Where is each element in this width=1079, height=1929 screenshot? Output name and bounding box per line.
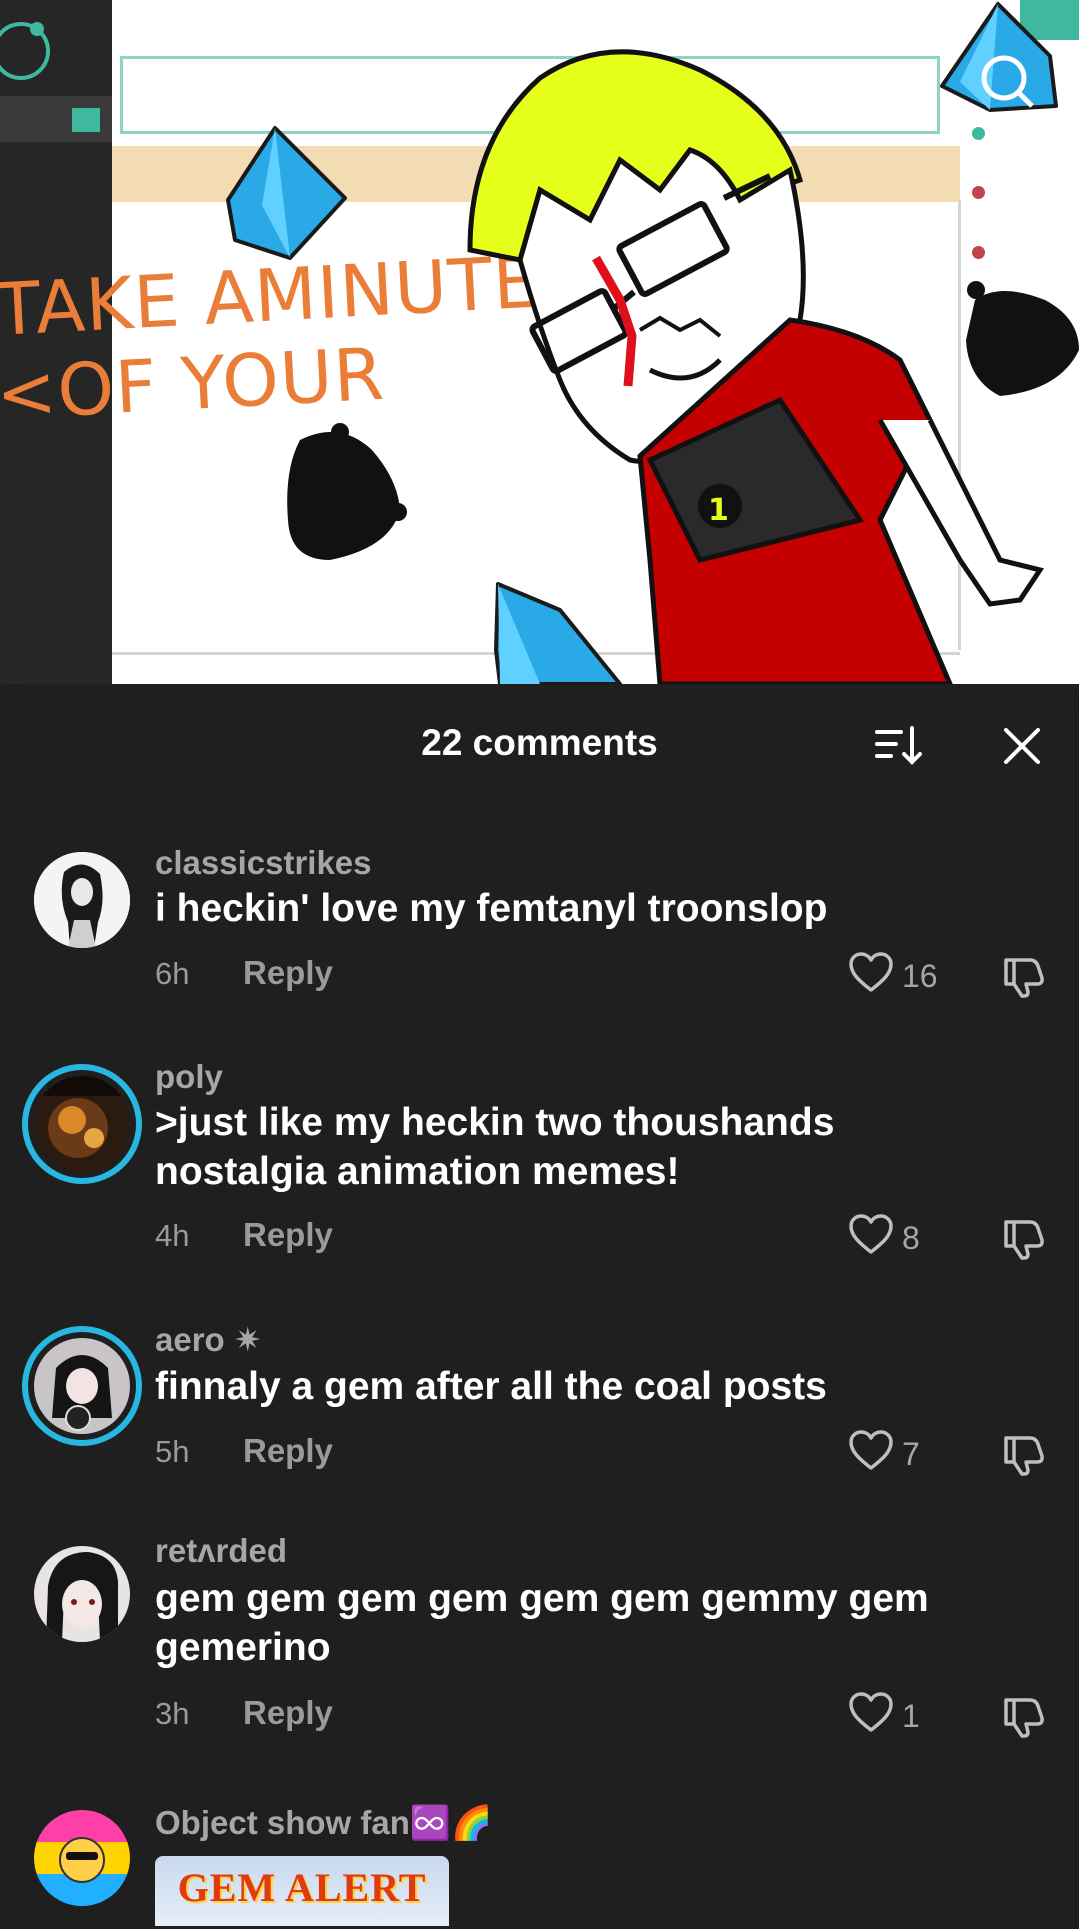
dislike-icon[interactable] [1000,954,1046,998]
comment-text: >just like my heckin two thoushands nost… [155,1101,835,1193]
comment-username[interactable]: retʌrded [155,1532,287,1570]
avatar-image [34,1338,130,1434]
image-caption: GEM ALERT [177,1865,427,1910]
avatar-image [34,852,130,948]
coal-icon [287,432,400,560]
avatar[interactable] [34,1546,130,1642]
like-count: 16 [902,958,938,994]
video-illustration: 1 [226,2,1079,684]
gem-icon [226,126,347,260]
comment-time: 5h [155,1434,190,1469]
close-icon[interactable] [1000,724,1044,768]
comment-username[interactable]: classicstrikes [155,844,372,882]
comments-sheet: 22 comments classicstrikes i heckin' lov… [0,684,1079,1929]
avatar[interactable] [22,1064,142,1184]
comment-username[interactable]: poly [155,1058,223,1096]
comment-text: gem gem gem gem gem gem gemmy gem gemeri… [155,1577,929,1669]
reply-button[interactable]: Reply [243,1694,333,1732]
like-count: 8 [902,1220,920,1256]
comment-image[interactable]: GEM ALERT [155,1856,449,1926]
sort-down-icon[interactable] [874,724,922,768]
dislike-icon[interactable] [1000,1432,1046,1476]
avatar-image [34,1810,130,1906]
like-count: 7 [902,1436,920,1472]
heart-icon[interactable] [848,1692,894,1734]
comment-time: 6h [155,956,190,991]
avatar-image [34,1546,130,1642]
username-text: aero [155,1321,225,1358]
coal-icon [966,291,1079,396]
badge-icon: ✷ [233,1321,262,1358]
avatar-image [34,1076,130,1172]
gem-icon [494,582,622,684]
shirt-number: 1 [708,493,729,528]
heart-icon[interactable] [848,1214,894,1256]
comments-header: 22 comments [0,684,1079,804]
reply-button[interactable]: Reply [243,1432,333,1470]
heart-icon[interactable] [848,952,894,994]
heart-icon[interactable] [848,1430,894,1472]
avatar[interactable] [34,852,130,948]
avatar[interactable] [22,1326,142,1446]
comment-username[interactable]: Object show fan♾️🌈 [155,1804,492,1843]
comment-text: i heckin' love my femtanyl troonslop [155,887,828,930]
comment-username[interactable]: aero ✷ [155,1320,262,1359]
dislike-icon[interactable] [1000,1694,1046,1738]
reply-button[interactable]: Reply [243,954,333,992]
comment-text: finnaly a gem after all the coal posts [155,1365,827,1408]
comment-time: 4h [155,1218,190,1253]
like-count: 1 [902,1698,920,1734]
video-player[interactable]: TAKE AMINUTE <OF YOUR 1 [0,0,1079,684]
dislike-icon[interactable] [1000,1216,1046,1260]
character-drawing [467,49,1045,684]
comment-time: 3h [155,1696,190,1731]
avatar[interactable] [34,1810,130,1906]
reply-button[interactable]: Reply [243,1216,333,1254]
